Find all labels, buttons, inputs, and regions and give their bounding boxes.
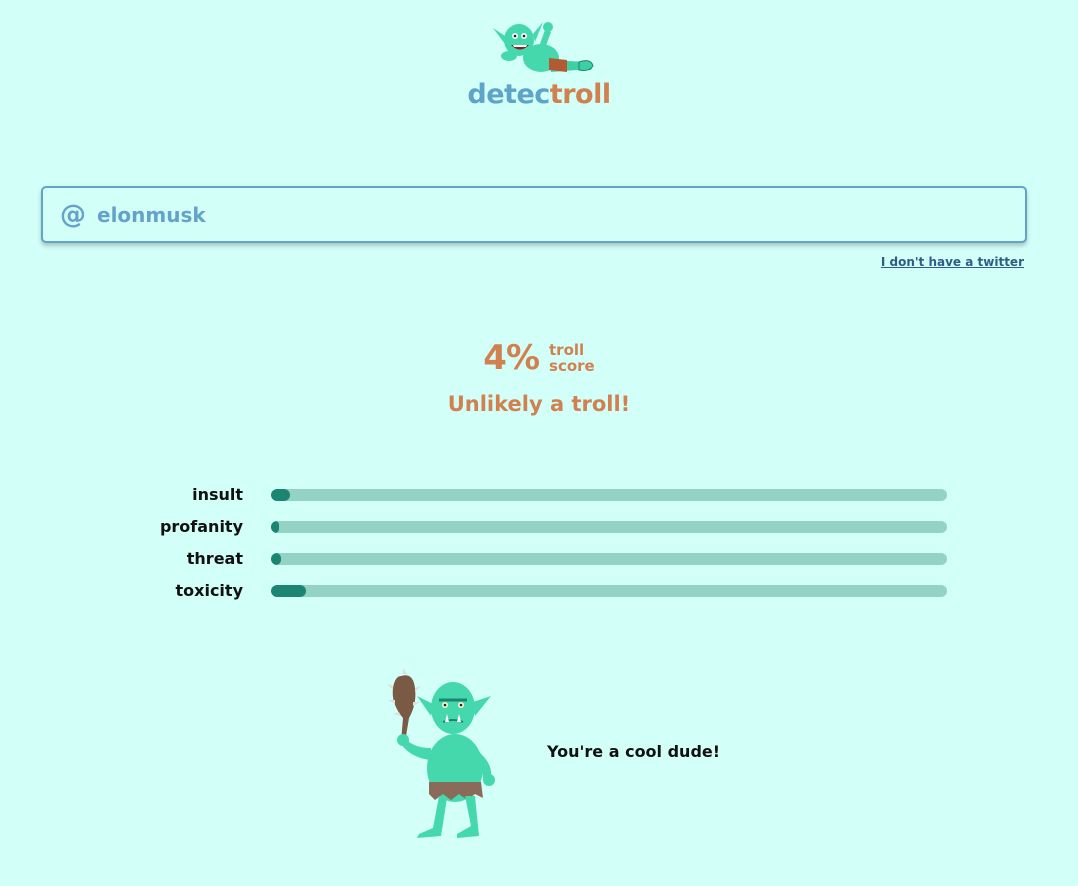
- result-message: You're a cool dude!: [547, 742, 721, 761]
- metric-label: toxicity: [175, 581, 244, 600]
- metric-bar-fill: [271, 521, 280, 533]
- brand-name: detectroll: [0, 80, 1078, 110]
- brand-name-part1: detec: [467, 79, 550, 110]
- metric-row: toxicity: [0, 579, 1078, 611]
- metric-row: profanity: [0, 515, 1078, 547]
- metric-bar-fill: [271, 585, 307, 597]
- metric-label: insult: [192, 485, 243, 504]
- club-troll-icon: [387, 668, 495, 838]
- metric-bar-fill: [271, 553, 282, 565]
- troll-score-label: troll score: [549, 342, 595, 374]
- metric-row: insult: [0, 483, 1078, 515]
- lounging-troll-icon: [493, 22, 594, 72]
- metric-bar-track: [271, 585, 947, 597]
- verdict-text: Unlikely a troll!: [447, 392, 631, 416]
- troll-score-label-line2: score: [549, 357, 595, 375]
- metric-bar-fill: [271, 489, 290, 501]
- logo[interactable]: detectroll: [0, 12, 1078, 110]
- metric-bar-track: [271, 553, 947, 565]
- username-search-box[interactable]: @: [41, 186, 1027, 243]
- metric-bar-track: [271, 521, 947, 533]
- metric-bar-track: [271, 489, 947, 501]
- troll-score-percent: 4%: [483, 338, 540, 378]
- troll-score: 4% troll score: [0, 338, 1078, 378]
- username-input[interactable]: [97, 202, 977, 227]
- metric-row: threat: [0, 547, 1078, 579]
- metrics-list: insult profanity threat toxicity: [0, 483, 1078, 611]
- brand-name-part2: troll: [549, 79, 611, 110]
- no-twitter-link[interactable]: I don't have a twitter: [881, 255, 1024, 269]
- at-sign-icon: @: [60, 199, 86, 230]
- metric-label: threat: [186, 549, 243, 568]
- metric-label: profanity: [159, 517, 243, 536]
